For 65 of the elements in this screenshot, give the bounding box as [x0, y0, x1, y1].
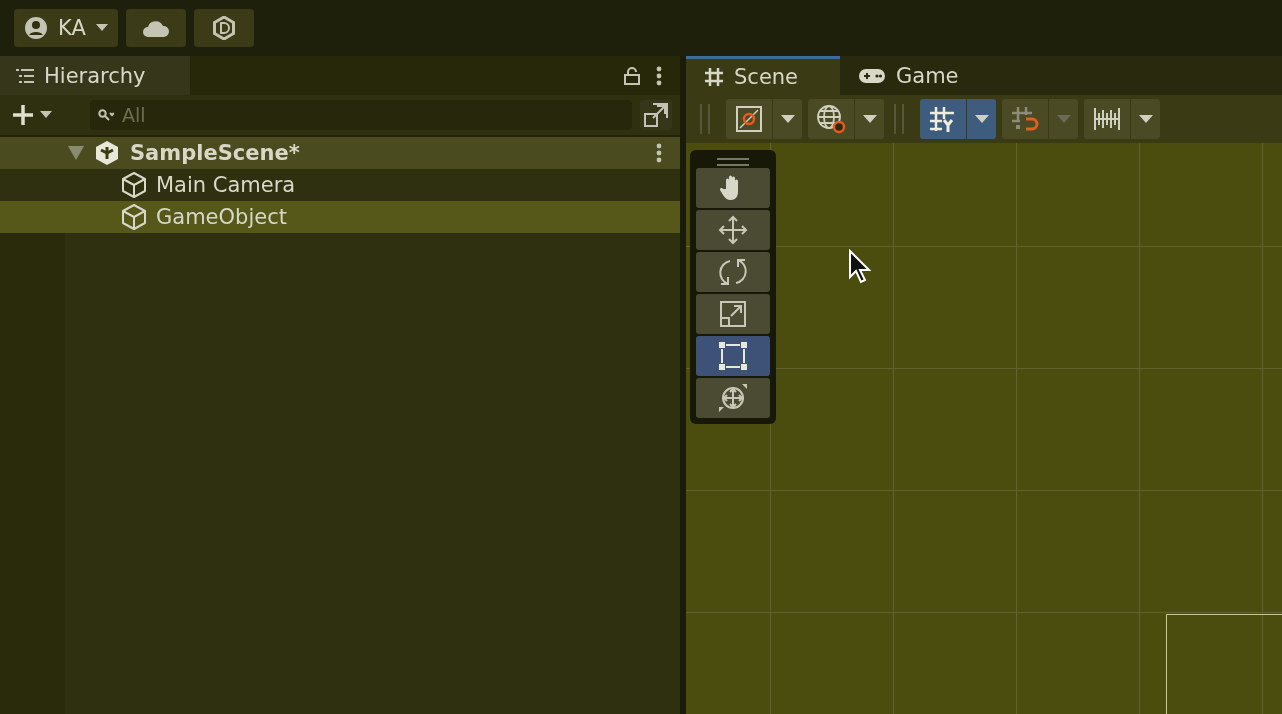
toolbar-grip[interactable]: [700, 104, 710, 134]
ruler-icon: [1093, 107, 1121, 131]
cube-icon: [120, 203, 148, 231]
hierarchy-title: Hierarchy: [44, 63, 146, 88]
rotate-tool-button[interactable]: [696, 252, 770, 292]
gizmo-globe-button[interactable]: [808, 99, 854, 139]
hand-tool-button[interactable]: [696, 168, 770, 208]
transform-tool-button[interactable]: [696, 378, 770, 418]
collab-button[interactable]: [193, 9, 254, 47]
search-icon: [98, 109, 114, 121]
move-arrows-icon: [718, 215, 748, 245]
caret-icon: [862, 115, 877, 123]
account-button[interactable]: KA: [14, 9, 118, 47]
transform-icon: [718, 383, 748, 413]
draw-mode-icon: [735, 105, 763, 133]
grid-magnet-icon: [1011, 106, 1039, 132]
dropdown-button[interactable]: [772, 99, 802, 139]
caret-icon: [1056, 115, 1071, 123]
drag-handle-icon[interactable]: [717, 158, 749, 166]
lock-icon[interactable]: [624, 66, 640, 85]
scale-icon: [719, 300, 747, 328]
scene-row[interactable]: SampleScene*: [0, 137, 680, 169]
increment-button[interactable]: [1084, 99, 1130, 139]
scale-tool-button[interactable]: [696, 294, 770, 334]
unity-logo-icon: [94, 140, 120, 166]
globe-icon: [816, 104, 846, 134]
expand-icon: [644, 103, 668, 127]
rotate-arrows-icon: [718, 257, 748, 287]
rect-tool-button[interactable]: [696, 336, 770, 376]
mouse-cursor-icon: [848, 249, 872, 285]
caret-icon: [1138, 115, 1153, 123]
expand-arrow-icon[interactable]: [68, 146, 84, 160]
draw-mode-button[interactable]: [726, 99, 772, 139]
caret-icon: [974, 115, 989, 123]
dropdown-button[interactable]: [1130, 99, 1160, 139]
expand-button[interactable]: [640, 100, 672, 130]
view-tab[interactable]: Game: [840, 56, 977, 95]
grid-button[interactable]: [920, 99, 966, 139]
hexagon-icon: [212, 16, 235, 40]
caret-icon: [95, 24, 108, 32]
toolbar-grip[interactable]: [894, 104, 904, 134]
more-icon[interactable]: [656, 143, 662, 163]
move-tool-button[interactable]: [696, 210, 770, 250]
caret-icon: [40, 111, 52, 119]
plus-icon: [12, 104, 34, 126]
gamepad-icon: [858, 66, 886, 85]
grid-y-icon: [929, 106, 957, 132]
dropdown-button[interactable]: [966, 99, 996, 139]
snap-button[interactable]: [1002, 99, 1048, 139]
hierarchy-row[interactable]: Main Camera: [0, 169, 680, 201]
grid-icon: [704, 67, 724, 87]
user-icon: [24, 16, 48, 40]
view-tab[interactable]: Scene: [686, 56, 840, 95]
cube-icon: [120, 171, 148, 199]
dropdown-button[interactable]: [854, 99, 884, 139]
search-input[interactable]: All: [120, 103, 632, 127]
search-field[interactable]: All: [90, 100, 632, 130]
cloud-button[interactable]: [125, 9, 186, 47]
hierarchy-tab[interactable]: Hierarchy: [0, 56, 190, 95]
rect-tool-icon: [718, 341, 748, 371]
list-icon: [16, 68, 34, 83]
cloud-icon: [141, 19, 170, 37]
caret-icon: [780, 115, 795, 123]
more-icon[interactable]: [656, 65, 662, 86]
hierarchy-row[interactable]: GameObject: [0, 201, 680, 233]
